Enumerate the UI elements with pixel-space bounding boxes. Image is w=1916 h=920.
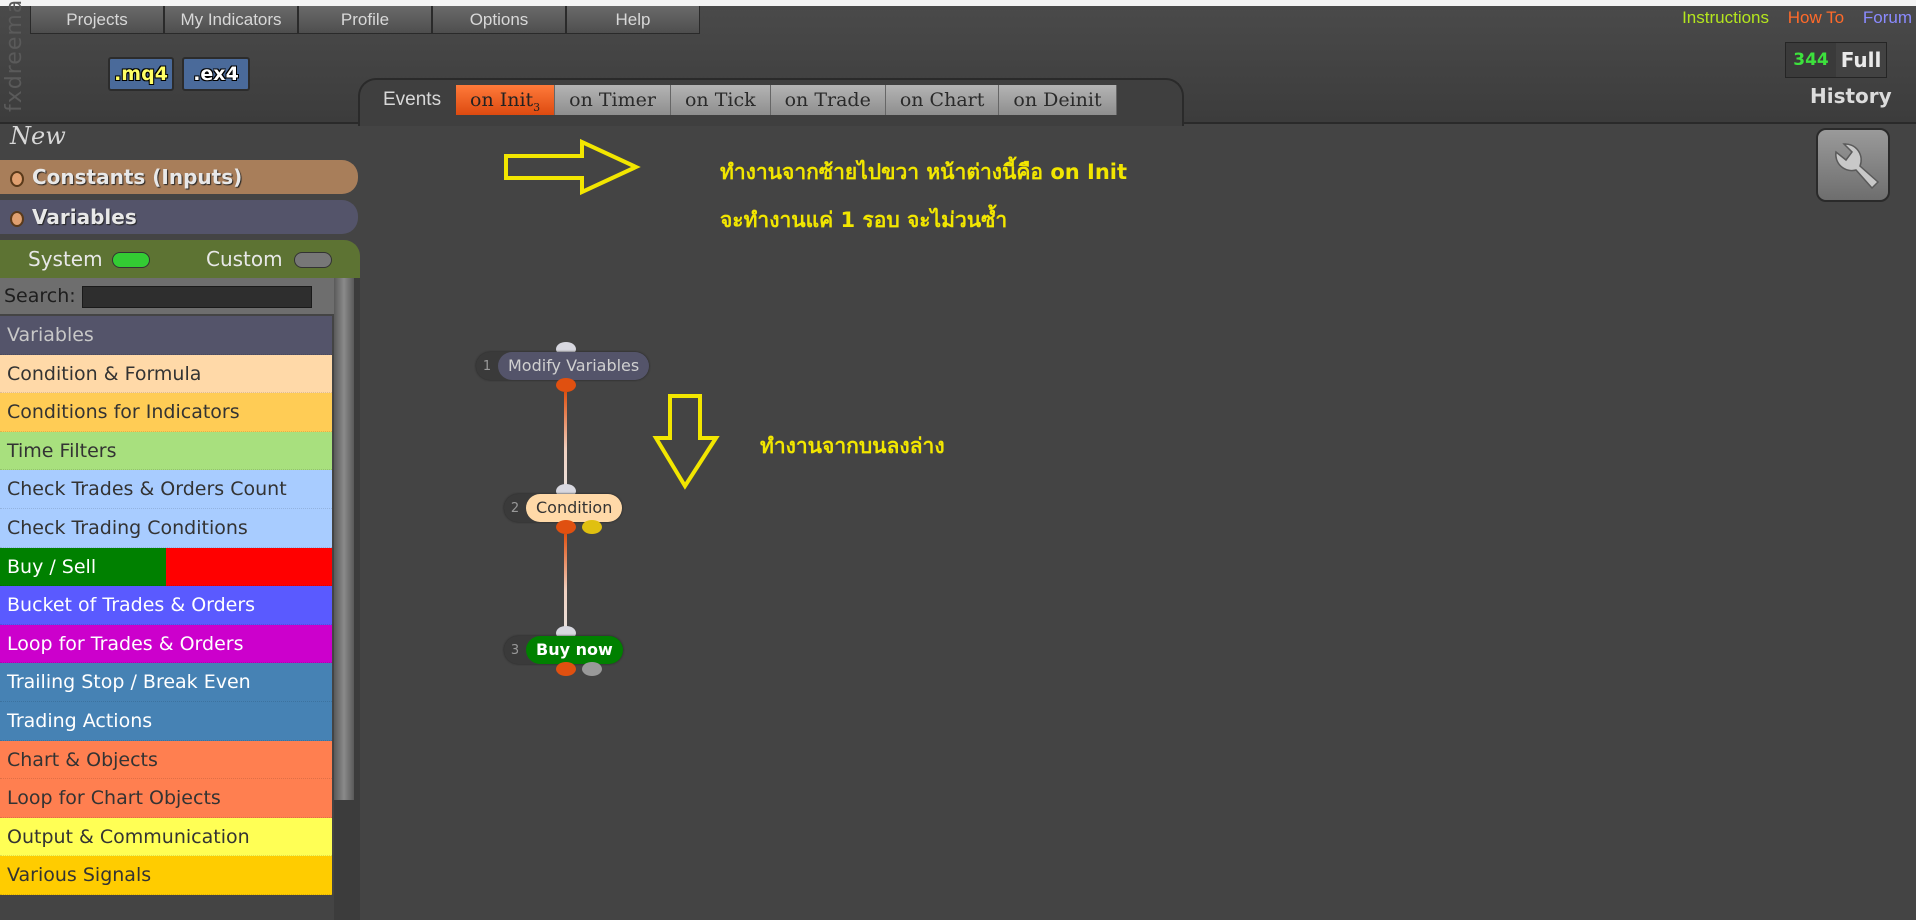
variables-button[interactable]: Variables [0,200,358,234]
events-label: Events [383,89,442,110]
sidebar: New Constants (Inputs) Variables System … [0,122,360,920]
full-button[interactable]: Full [1836,43,1886,77]
menu-options[interactable]: Options [432,6,566,34]
system-label: System [28,247,103,271]
instructions-link[interactable]: Instructions [1682,8,1769,27]
category-item[interactable]: Trailing Stop / Break Even [0,663,332,702]
top-links: Instructions How To Forum [1668,8,1912,28]
tab-on-trade[interactable]: on Trade [770,85,886,115]
category-item[interactable]: Trading Actions [0,701,332,741]
new-label: New [10,122,66,150]
block-label: Condition [526,494,623,522]
tab-on-init[interactable]: on Init3 [456,85,556,115]
constants-inputs-button[interactable]: Constants (Inputs) [0,160,358,194]
category-label: Condition & Formula [7,362,202,385]
category-label: Conditions for Indicators [7,401,240,424]
custom-label: Custom [206,247,283,271]
category-label: Check Trades & Orders Count [7,478,287,501]
counter-value: 344 [1793,50,1829,70]
block-index: 2 [510,500,520,516]
search-label: Search: [4,285,76,307]
block-index: 3 [510,642,520,658]
category-item[interactable]: Check Trading Conditions [0,508,332,548]
tab-on-deinit[interactable]: on Deinit [999,85,1117,115]
category-item[interactable]: Condition & Formula [0,354,332,394]
variables-label: Variables [32,205,137,229]
scrollbar-thumb[interactable] [334,278,354,800]
tab-badge: 3 [533,100,541,114]
block-buy-now[interactable]: 3 Buy now [504,636,623,664]
tab-label: on Init [470,89,534,111]
blocks-counter: 344 Full [1785,42,1887,78]
category-label: Time Filters [7,439,117,462]
category-item[interactable]: Time Filters [0,431,332,471]
category-label: Trailing Stop / Break Even [7,671,251,694]
category-label: Loop for Trades & Orders [7,632,244,655]
category-label: Buy / Sell [7,555,97,578]
arrow-down-icon [652,394,720,490]
event-tabs: on Init3 on Timer on Tick on Trade on Ch… [456,85,1117,115]
block-label: Modify Variables [498,352,650,380]
category-label: Variables [7,324,94,346]
tab-on-tick[interactable]: on Tick [670,85,771,115]
workspace-canvas[interactable]: ทำงานจากซ้ายไปขวา หน้าต่างนี้คือ on Init… [360,124,1916,920]
category-list: Variables Condition & Formula Conditions f… [0,316,332,895]
arrow-right-icon [504,138,641,196]
circle-icon [10,210,24,227]
tab-on-timer[interactable]: on Timer [555,85,671,115]
menu-projects[interactable]: Projects [30,6,164,34]
category-label: Check Trading Conditions [7,516,248,539]
circle-icon [10,170,24,187]
search-input[interactable] [82,286,312,308]
menu-profile[interactable]: Profile [298,6,432,34]
output-port-error[interactable] [582,662,602,676]
output-port-false[interactable] [582,520,602,534]
export-mq4-button[interactable]: .mq4 [108,57,174,91]
custom-toggle[interactable] [294,252,332,268]
note-top-to-bottom: ทำงานจากบนลงล่าง [760,434,945,458]
category-item[interactable]: Variables [0,316,332,355]
note-left-to-right-line2: จะทำงานแค่ 1 รอบ จะไม่วนซ้ำ [720,208,1008,232]
output-port[interactable] [556,662,576,676]
search-row: Search: [0,278,334,314]
block-index: 1 [482,358,492,374]
main-menu: Projects My Indicators Profile Options H… [30,6,700,34]
category-label: Loop for Chart Objects [7,787,221,810]
output-port-true[interactable] [556,520,576,534]
block-filter-row: System Custom [0,240,360,278]
block-modify-variables[interactable]: 1 Modify Variables [476,352,650,380]
category-item[interactable]: Chart & Objects [0,740,332,780]
how-to-link[interactable]: How To [1788,8,1844,27]
category-item[interactable]: Check Trades & Orders Count [0,470,332,509]
category-label: Trading Actions [7,709,153,732]
menu-my-indicators[interactable]: My Indicators [164,6,298,34]
forum-link[interactable]: Forum [1863,8,1912,27]
block-condition[interactable]: 2 Condition [504,494,623,522]
category-item[interactable]: Buy / Sell [0,547,332,587]
tab-on-chart[interactable]: on Chart [885,85,1000,115]
export-ex4-button[interactable]: .ex4 [182,57,250,91]
category-item[interactable]: Conditions for Indicators [0,393,332,432]
menu-help[interactable]: Help [566,6,700,34]
system-toggle[interactable] [112,252,150,268]
category-label: Chart & Objects [7,748,158,771]
category-item[interactable]: Various Signals [0,856,332,895]
category-item[interactable]: Loop for Trades & Orders [0,624,332,664]
category-item[interactable]: Bucket of Trades & Orders [0,586,332,625]
note-left-to-right-line1: ทำงานจากซ้ายไปขวา หน้าต่างนี้คือ on Init [720,160,1128,184]
constants-label: Constants (Inputs) [32,165,243,189]
brand-logo: fxdreema [2,0,27,112]
category-item[interactable]: Output & Communication [0,817,332,857]
category-label: Various Signals [7,864,152,887]
category-label: Output & Communication [7,825,250,848]
output-port[interactable] [556,378,576,392]
history-button[interactable]: History [1810,84,1892,108]
category-label: Bucket of Trades & Orders [7,594,256,617]
block-label: Buy now [526,636,623,664]
category-item[interactable]: Loop for Chart Objects [0,779,332,818]
